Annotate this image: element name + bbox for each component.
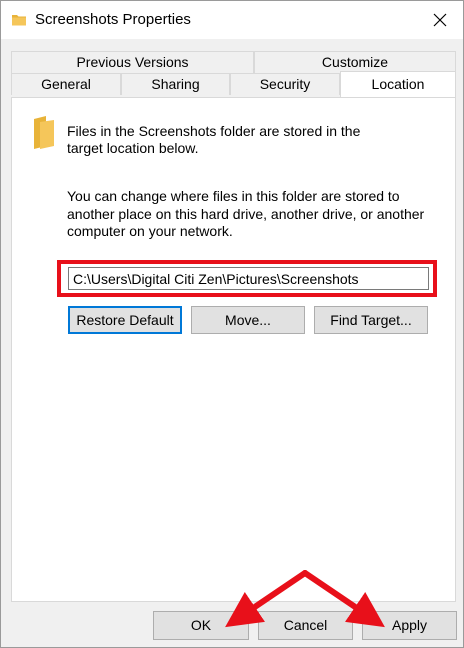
- tab-label: Customize: [321, 54, 389, 70]
- info-text-line1: Files in the Screenshots folder are stor…: [67, 123, 361, 139]
- close-icon: [433, 13, 447, 27]
- tab-sharing[interactable]: Sharing: [121, 73, 230, 95]
- location-path-input[interactable]: [68, 267, 429, 290]
- tab-label: Previous Versions: [76, 54, 189, 70]
- description-line1: You can change where files in this folde…: [67, 188, 400, 204]
- apply-button[interactable]: Apply: [362, 611, 457, 640]
- folder-icon: [34, 116, 54, 149]
- tab-label: General: [41, 76, 91, 92]
- location-panel: Files in the Screenshots folder are stor…: [11, 97, 456, 602]
- tab-security[interactable]: Security: [230, 73, 340, 95]
- tab-label: Location: [371, 76, 425, 92]
- title-bar: Screenshots Properties: [1, 1, 463, 39]
- find-target-button[interactable]: Find Target...: [314, 306, 428, 334]
- restore-default-button[interactable]: Restore Default: [68, 306, 182, 334]
- close-button[interactable]: [417, 1, 463, 39]
- move-button[interactable]: Move...: [191, 306, 305, 334]
- tab-location[interactable]: Location: [340, 71, 456, 97]
- info-text-line2: target location below.: [67, 140, 199, 156]
- description-line2: another place on this hard drive, anothe…: [67, 206, 425, 222]
- ok-button[interactable]: OK: [153, 611, 249, 640]
- tab-label: Sharing: [151, 76, 200, 92]
- cancel-button[interactable]: Cancel: [258, 611, 353, 640]
- folder-icon: [12, 15, 26, 26]
- window-title: Screenshots Properties: [35, 11, 191, 28]
- tab-previous-versions[interactable]: Previous Versions: [11, 51, 254, 73]
- description-line3: computer on your network.: [67, 223, 233, 239]
- tab-label: Security: [259, 76, 311, 92]
- tab-general[interactable]: General: [11, 73, 121, 95]
- tab-customize[interactable]: Customize: [254, 51, 456, 73]
- properties-window: Screenshots Properties Previous Versions…: [0, 0, 464, 648]
